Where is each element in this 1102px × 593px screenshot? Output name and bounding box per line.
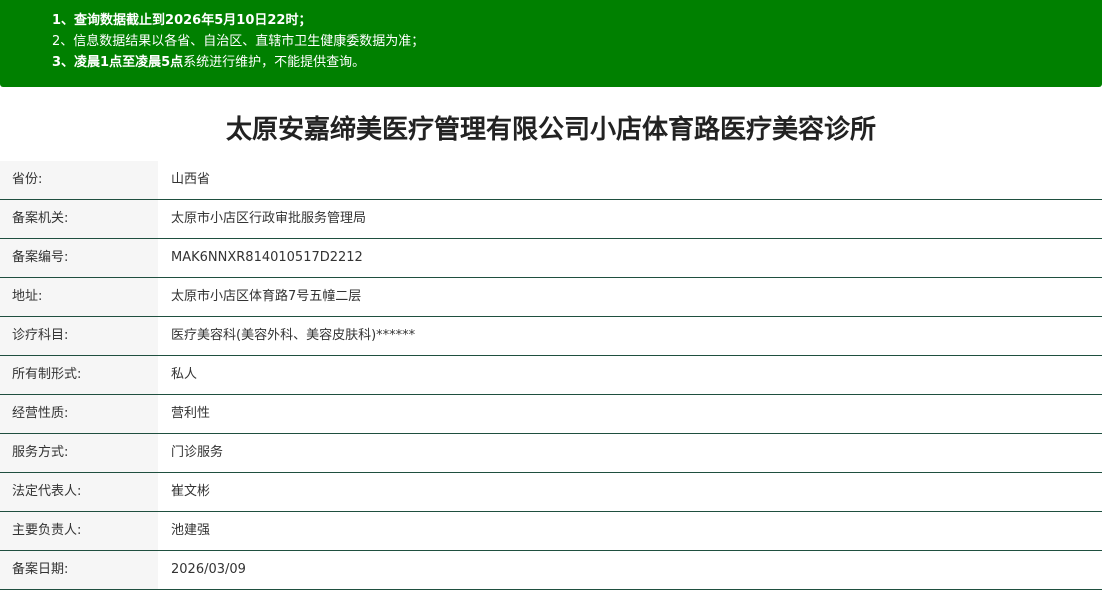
notice-banner: 1、查询数据截止到2026年5月10日22时； 2、信息数据结果以各省、自治区、… bbox=[0, 0, 1102, 87]
row-label: 法定代表人: bbox=[0, 473, 158, 511]
row-label: 备案机关: bbox=[0, 200, 158, 238]
row-label: 经营性质: bbox=[0, 395, 158, 433]
table-row-record-number: 备案编号: MAK6NNXR814010517D2212 bbox=[0, 239, 1102, 278]
row-value: 营利性 bbox=[171, 406, 211, 421]
table-row-service-type: 服务方式: 门诊服务 bbox=[0, 434, 1102, 473]
row-label: 省份: bbox=[0, 161, 158, 199]
notice-line-3: 3、凌晨1点至凌晨5点系统进行维护，不能提供查询。 bbox=[52, 52, 1102, 73]
table-row-authority: 备案机关: 太原市小店区行政审批服务管理局 bbox=[0, 200, 1102, 239]
table-row-legal-representative: 法定代表人: 崔文彬 bbox=[0, 473, 1102, 512]
row-label: 诊疗科目: bbox=[0, 317, 158, 355]
table-row-province: 省份: 山西省 bbox=[0, 161, 1102, 200]
row-label: 备案编号: bbox=[0, 239, 158, 277]
notice-line-3-bold: 3、凌晨1点至凌晨5点 bbox=[52, 55, 184, 70]
row-value: 医疗美容科(美容外科、美容皮肤科)****** bbox=[171, 328, 416, 343]
notice-line-2: 2、信息数据结果以各省、自治区、直辖市卫生健康委数据为准； bbox=[52, 31, 1102, 52]
table-row-ownership: 所有制形式: 私人 bbox=[0, 356, 1102, 395]
table-row-address: 地址: 太原市小店区体育路7号五幢二层 bbox=[0, 278, 1102, 317]
notice-line-2-text: 2、信息数据结果以各省、自治区、直辖市卫生健康委数据为准； bbox=[52, 34, 425, 49]
row-value: 池建强 bbox=[171, 523, 211, 538]
table-row-departments: 诊疗科目: 医疗美容科(美容外科、美容皮肤科)****** bbox=[0, 317, 1102, 356]
row-label: 地址: bbox=[0, 278, 158, 316]
page-title: 太原安嘉缔美医疗管理有限公司小店体育路医疗美容诊所 bbox=[225, 115, 876, 145]
table-row-record-date: 备案日期: 2026/03/09 bbox=[0, 551, 1102, 590]
notice-line-1: 1、查询数据截止到2026年5月10日22时； bbox=[52, 13, 312, 28]
row-label: 备案日期: bbox=[0, 551, 158, 589]
row-value: 2026/03/09 bbox=[171, 562, 246, 577]
row-value: 私人 bbox=[171, 367, 198, 382]
table-row-principal: 主要负责人: 池建强 bbox=[0, 512, 1102, 551]
row-value: MAK6NNXR814010517D2212 bbox=[171, 250, 363, 265]
table-row-business-nature: 经营性质: 营利性 bbox=[0, 395, 1102, 434]
notice-line-3-text: 系统进行维护，不能提供查询。 bbox=[183, 55, 366, 70]
row-value: 山西省 bbox=[171, 172, 211, 187]
row-label: 主要负责人: bbox=[0, 512, 158, 550]
row-value: 太原市小店区体育路7号五幢二层 bbox=[171, 289, 362, 304]
row-value: 崔文彬 bbox=[171, 484, 211, 499]
row-value: 门诊服务 bbox=[171, 445, 224, 460]
row-label: 服务方式: bbox=[0, 434, 158, 472]
row-value: 太原市小店区行政审批服务管理局 bbox=[171, 211, 367, 226]
info-table: 省份: 山西省 备案机关: 太原市小店区行政审批服务管理局 备案编号: MAK6… bbox=[0, 161, 1102, 590]
row-label: 所有制形式: bbox=[0, 356, 158, 394]
